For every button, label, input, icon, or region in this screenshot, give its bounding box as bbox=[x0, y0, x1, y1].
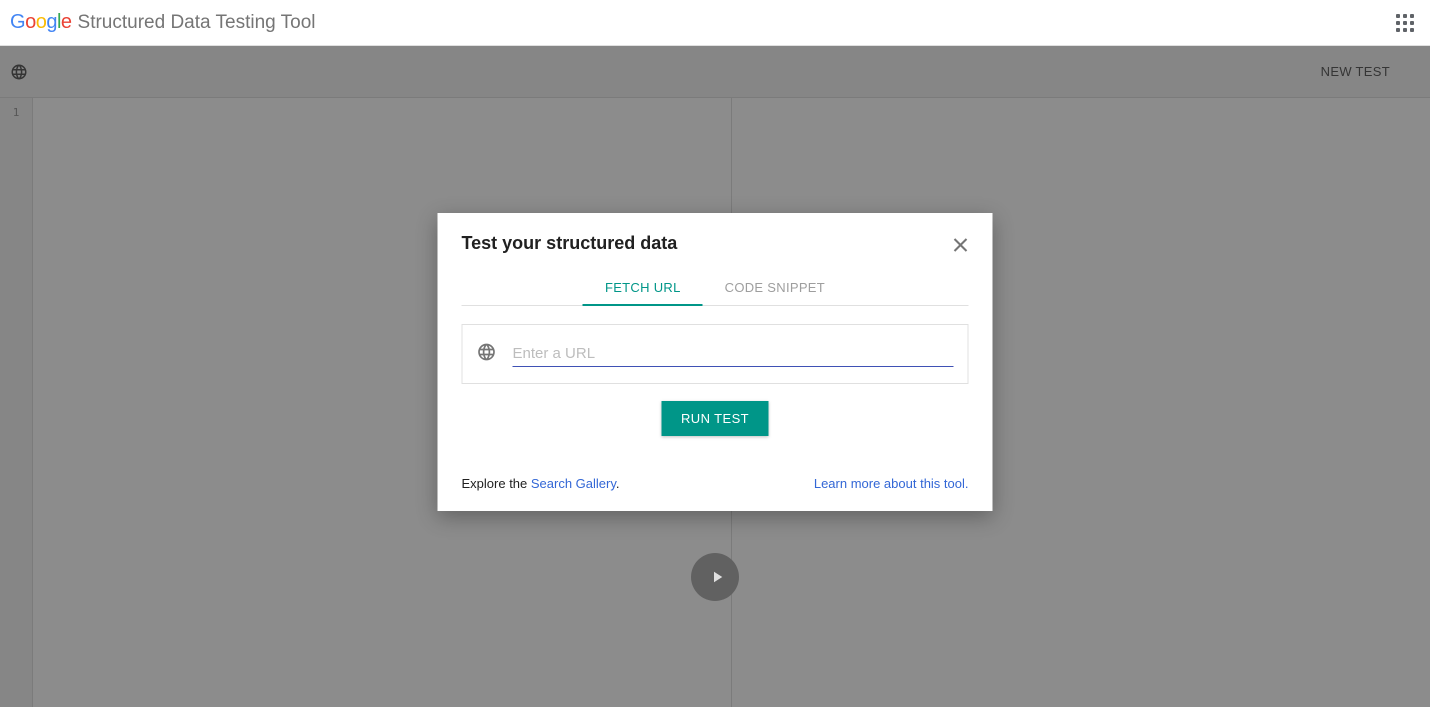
run-fab-button[interactable] bbox=[691, 553, 739, 601]
url-input-box bbox=[462, 324, 969, 384]
logo-letter: o bbox=[36, 11, 47, 33]
logo-letter: o bbox=[25, 11, 36, 33]
logo-letter: G bbox=[10, 11, 25, 33]
modal-header: Test your structured data bbox=[438, 213, 993, 254]
logo-letter: g bbox=[46, 11, 57, 33]
tab-fetch-url[interactable]: FETCH URL bbox=[583, 270, 703, 305]
close-icon[interactable] bbox=[953, 237, 969, 253]
url-input[interactable] bbox=[513, 341, 954, 367]
logo-letter: e bbox=[61, 11, 72, 33]
run-row: RUN TEST bbox=[438, 384, 993, 448]
test-modal: Test your structured data FETCH URL CODE… bbox=[438, 213, 993, 511]
learn-more-link[interactable]: Learn more about this tool. bbox=[814, 476, 969, 491]
globe-icon bbox=[477, 342, 497, 367]
search-gallery-link[interactable]: Search Gallery bbox=[531, 476, 616, 491]
explore-suffix: . bbox=[616, 476, 620, 491]
app-title: Structured Data Testing Tool bbox=[78, 12, 316, 34]
explore-text: Explore the Search Gallery. bbox=[462, 476, 620, 491]
url-input-section bbox=[438, 306, 993, 384]
modal-title: Test your structured data bbox=[462, 233, 678, 254]
modal-tabs: FETCH URL CODE SNIPPET bbox=[462, 270, 969, 306]
tab-code-snippet[interactable]: CODE SNIPPET bbox=[703, 270, 847, 305]
header-left: Google Structured Data Testing Tool bbox=[10, 11, 316, 34]
explore-prefix: Explore the bbox=[462, 476, 531, 491]
google-logo: Google bbox=[10, 11, 72, 34]
apps-menu-icon[interactable] bbox=[1396, 14, 1414, 32]
modal-footer: Explore the Search Gallery. Learn more a… bbox=[438, 448, 993, 511]
run-test-button[interactable]: RUN TEST bbox=[661, 401, 769, 436]
app-header: Google Structured Data Testing Tool bbox=[0, 0, 1430, 46]
